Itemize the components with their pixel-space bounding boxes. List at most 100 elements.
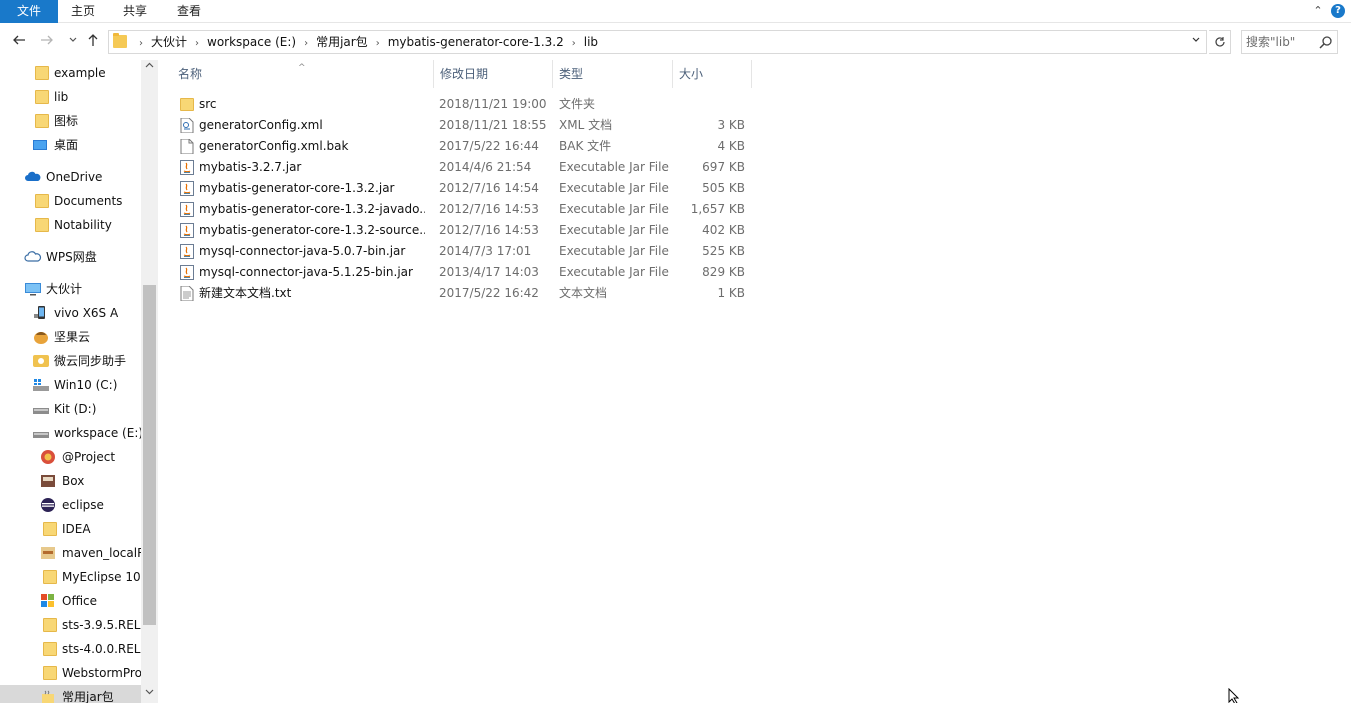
breadcrumb-item-jar-folder[interactable]: 常用jar包: [316, 35, 368, 49]
column-header-name[interactable]: 名称 ^: [172, 60, 434, 88]
blank-file-icon: [180, 139, 194, 154]
search-box[interactable]: [1241, 30, 1338, 54]
refresh-icon[interactable]: [1209, 30, 1231, 54]
nav-item-drive-d[interactable]: Kit (D:): [0, 397, 141, 421]
nav-item-wps-cloud[interactable]: WPS网盘: [0, 245, 141, 269]
breadcrumb-chevron-icon[interactable]: ›: [376, 38, 380, 49]
tab-share[interactable]: 共享: [110, 0, 160, 23]
breadcrumb-chevron-icon[interactable]: ›: [195, 38, 199, 49]
mouse-cursor-icon: [1228, 688, 1240, 703]
box-icon: [41, 475, 55, 487]
computer-icon: [25, 283, 41, 296]
folder-icon: [35, 90, 49, 104]
folder-icon: [43, 666, 57, 680]
nav-item-box[interactable]: Box: [0, 469, 141, 493]
text-file-icon: [180, 286, 194, 301]
cloud-icon: [25, 171, 41, 181]
breadcrumb-item-computer[interactable]: 大伙计: [151, 35, 187, 49]
breadcrumb-item-drive[interactable]: workspace (E:): [207, 35, 296, 49]
nav-item-icons-folder[interactable]: 图标: [0, 109, 141, 133]
nav-item-lib[interactable]: lib: [0, 85, 141, 109]
nav-item-example[interactable]: example: [0, 61, 141, 85]
column-header-size[interactable]: 大小: [673, 60, 752, 88]
table-row[interactable]: generatorConfig.xml.bak 2017/5/22 16:44 …: [172, 136, 752, 157]
nav-item-desktop[interactable]: 桌面: [0, 133, 141, 157]
nav-item-sts-400[interactable]: sts-4.0.0.RELE: [0, 637, 141, 661]
back-arrow-icon[interactable]: [10, 33, 28, 51]
scrollbar-thumb[interactable]: [143, 285, 156, 625]
nav-item-documents[interactable]: Documents: [0, 189, 141, 213]
nav-item-idea[interactable]: IDEA: [0, 517, 141, 541]
maven-icon: [41, 547, 55, 559]
nav-item-webstorm[interactable]: WebstormPro: [0, 661, 141, 685]
breadcrumb-item-lib[interactable]: lib: [584, 35, 598, 49]
project-icon: [41, 450, 55, 464]
table-row[interactable]: generatorConfig.xml 2018/11/21 18:55 XML…: [172, 115, 752, 136]
table-row[interactable]: mybatis-generator-core-1.3.2-javado... 2…: [172, 199, 752, 220]
table-row[interactable]: mybatis-3.2.7.jar 2014/4/6 21:54 Executa…: [172, 157, 752, 178]
address-bar[interactable]: › 大伙计 › workspace (E:) › 常用jar包 › mybatis-gener…: [108, 30, 1207, 54]
table-row[interactable]: mybatis-generator-core-1.3.2-source... 2…: [172, 220, 752, 241]
table-row[interactable]: src 2018/11/21 19:00 文件夹: [172, 94, 752, 115]
search-input[interactable]: [1246, 33, 1318, 51]
folder-icon: [43, 570, 57, 584]
jar-icon: [180, 202, 194, 217]
nav-item-drive-c[interactable]: Win10 (C:): [0, 373, 141, 397]
tab-view[interactable]: 查看: [164, 0, 214, 23]
nav-item-jar-folder[interactable]: 常用jar包: [0, 685, 141, 703]
column-header-date[interactable]: 修改日期: [434, 60, 553, 88]
drive-icon: [33, 432, 49, 438]
nav-item-drive-e[interactable]: workspace (E:): [0, 421, 141, 445]
forward-arrow-icon[interactable]: [38, 33, 56, 51]
address-dropdown-icon[interactable]: [1188, 31, 1204, 53]
nav-item-jianguoyun[interactable]: 坚果云: [0, 325, 141, 349]
jar-icon: [180, 265, 194, 280]
weiyun-icon: [33, 355, 49, 367]
ribbon-tabs: 文件 主页 共享 查看 ⌃ ?: [0, 0, 1351, 23]
jar-icon: [180, 160, 194, 175]
folder-icon: [113, 33, 127, 48]
folder-icon: [35, 218, 49, 232]
folder-icon: [43, 522, 57, 536]
windows-drive-icon: [33, 379, 49, 391]
nav-item-onedrive[interactable]: OneDrive: [0, 165, 141, 189]
cloud-outline-icon: [24, 251, 42, 262]
help-icon[interactable]: ?: [1331, 4, 1345, 18]
breadcrumb-item-mybatis-folder[interactable]: mybatis-generator-core-1.3.2: [388, 35, 564, 49]
table-row[interactable]: mysql-connector-java-5.0.7-bin.jar 2014/…: [172, 241, 752, 262]
nav-item-weiyun[interactable]: 微云同步助手: [0, 349, 141, 373]
file-list: 名称 ^ 修改日期 类型 大小 src 2018/11/21 19:00 文件夹…: [172, 60, 1351, 703]
tab-file[interactable]: 文件: [0, 0, 58, 23]
table-row[interactable]: 新建文本文档.txt 2017/5/22 16:42 文本文档 1 KB: [172, 283, 752, 304]
nav-item-this-pc[interactable]: 大伙计: [0, 277, 141, 301]
navigation-scrollbar[interactable]: [141, 60, 158, 703]
address-toolbar: › 大伙计 › workspace (E:) › 常用jar包 › mybatis-gener…: [0, 24, 1351, 60]
nav-item-myeclipse[interactable]: MyEclipse 10: [0, 565, 141, 589]
recent-locations-chevron-icon[interactable]: [64, 33, 82, 51]
nav-item-project[interactable]: @Project: [0, 445, 141, 469]
nav-item-notability[interactable]: Notability: [0, 213, 141, 237]
column-header-type[interactable]: 类型: [553, 60, 673, 88]
breadcrumb-chevron-icon[interactable]: ›: [139, 38, 143, 49]
breadcrumb-chevron-icon[interactable]: ›: [572, 38, 576, 49]
drive-icon: [33, 408, 49, 414]
nav-item-office[interactable]: Office: [0, 589, 141, 613]
eclipse-icon: [41, 498, 55, 512]
breadcrumb-chevron-icon[interactable]: ›: [304, 38, 308, 49]
tab-home[interactable]: 主页: [58, 0, 108, 23]
nav-item-sts-395[interactable]: sts-3.9.5.RELE: [0, 613, 141, 637]
nav-item-maven[interactable]: maven_localR: [0, 541, 141, 565]
scroll-up-icon[interactable]: [141, 60, 158, 77]
nav-item-vivo-phone[interactable]: vivo X6S A: [0, 301, 141, 325]
table-row[interactable]: mysql-connector-java-5.1.25-bin.jar 2013…: [172, 262, 752, 283]
up-arrow-icon[interactable]: [84, 33, 102, 51]
scroll-down-icon[interactable]: [141, 686, 158, 703]
collapse-ribbon-icon[interactable]: ⌃: [1311, 4, 1325, 18]
sort-ascending-icon: ^: [298, 63, 306, 73]
jar-icon: [180, 244, 194, 259]
search-icon[interactable]: [1319, 35, 1333, 49]
jar-folder-icon: [42, 690, 54, 703]
jar-icon: [180, 181, 194, 196]
table-row[interactable]: mybatis-generator-core-1.3.2.jar 2012/7/…: [172, 178, 752, 199]
nav-item-eclipse[interactable]: eclipse: [0, 493, 141, 517]
